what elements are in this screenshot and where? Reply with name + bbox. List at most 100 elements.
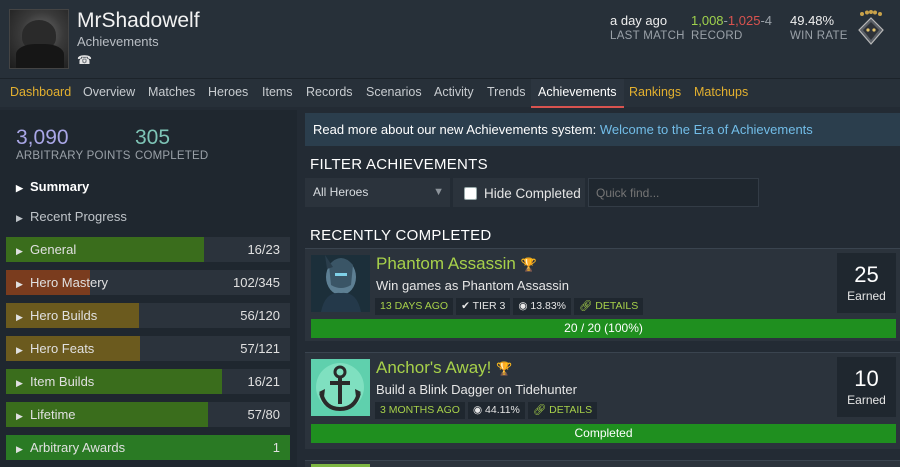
category-label: ▶ Hero Builds <box>16 303 97 330</box>
points-label: ARBITRARY POINTS <box>16 150 131 162</box>
nav-achievements[interactable]: Achievements <box>531 79 624 108</box>
details-link-text: DETAILS <box>595 300 639 312</box>
filter-title: FILTER ACHIEVEMENTS <box>310 156 488 173</box>
achievement-description: Build a Blink Dagger on Tidehunter <box>376 382 577 397</box>
date-tag: 3 MONTHS AGO <box>375 402 465 419</box>
link-icon: 🔗︎ <box>579 300 596 312</box>
category-lifetime[interactable]: ▶ Lifetime 57/80 <box>6 402 290 427</box>
category-label: ▶ General <box>16 237 76 264</box>
nav-matches[interactable]: Matches <box>141 79 202 108</box>
achievement-tags: 13 DAYS AGO ✔︎ TIER 3 ◉ 13.83% 🔗︎ DETAILS <box>375 296 646 315</box>
category-general[interactable]: ▶ General 16/23 <box>6 237 290 262</box>
tier-tag-text: TIER 3 <box>472 300 506 312</box>
category-label-text: General <box>30 242 77 257</box>
category-label-text: Hero Feats <box>30 341 95 356</box>
category-count: 57/121 <box>240 341 280 356</box>
category-label: ▶ Item Builds <box>16 369 94 396</box>
nav-dashboard[interactable]: Dashboard <box>3 79 78 108</box>
category-label-text: Hero Builds <box>30 308 98 323</box>
details-link-text: DETAILS <box>549 404 593 416</box>
category-label-text: Arbitrary Awards <box>30 440 126 455</box>
chevron-right-icon: ▶ <box>16 246 23 256</box>
earned-label: Earned <box>847 393 886 407</box>
achievement-progress: Completed <box>311 424 896 443</box>
last-match-value: a day ago <box>610 13 668 28</box>
tier-tag: ✔︎ TIER 3 <box>456 298 511 315</box>
details-link[interactable]: 🔗︎ DETAILS <box>527 402 598 419</box>
achievement-card[interactable]: Anchor's Away! 🏆 Build a Blink Dagger on… <box>305 352 900 449</box>
phantom-assassin-portrait <box>311 255 370 312</box>
category-hero-feats[interactable]: ▶ Hero Feats 57/121 <box>6 336 290 361</box>
phone-icon: ☎ <box>77 53 92 67</box>
hide-completed-checkbox[interactable] <box>464 187 477 200</box>
chevron-right-icon: ▶ <box>16 444 23 454</box>
record-value: 1,008-1,025-4 <box>691 13 772 28</box>
chevron-right-icon: ▶ <box>16 213 23 223</box>
info-banner: Read more about our new Achievements sys… <box>305 113 900 146</box>
category-label: ▶ Hero Feats <box>16 336 94 363</box>
details-link[interactable]: 🔗︎ DETAILS <box>574 298 644 315</box>
win-rate-stat: 49.48% WIN RATE <box>790 13 848 42</box>
hide-completed-toggle[interactable]: Hide Completed <box>453 178 585 207</box>
category-item-builds[interactable]: ▶ Item Builds 16/21 <box>6 369 290 394</box>
percent-tag-text: 13.83% <box>530 300 567 312</box>
nav-rankings[interactable]: Rankings <box>622 79 688 108</box>
earned-box: 10 Earned <box>837 357 896 417</box>
username[interactable]: MrShadowelf <box>77 9 200 33</box>
nav-scenarios[interactable]: Scenarios <box>359 79 429 108</box>
achievement-tags: 3 MONTHS AGO ◉ 44.11% 🔗︎ DETAILS <box>375 400 600 419</box>
last-match-label: LAST MATCH <box>610 30 685 42</box>
last-match-stat: a day ago LAST MATCH <box>610 13 685 42</box>
sidebar-item-label: Summary <box>30 179 90 194</box>
nav-overview[interactable]: Overview <box>76 79 142 108</box>
sidebar-item-recent-progress[interactable]: ▶ Recent Progress <box>16 209 127 224</box>
nav-records[interactable]: Records <box>299 79 360 108</box>
earned-label: Earned <box>847 289 886 303</box>
category-count: 102/345 <box>233 275 280 290</box>
completed-label: COMPLETED <box>135 150 209 162</box>
record-label: RECORD <box>691 30 743 42</box>
achievement-title[interactable]: Phantom Assassin 🏆 <box>376 254 537 274</box>
category-count: 16/23 <box>247 242 280 257</box>
sidebar-item-summary[interactable]: ▶ Summary <box>16 179 89 194</box>
hero-select[interactable]: All Heroes ▼ <box>305 178 450 207</box>
category-label: ▶ Hero Mastery <box>16 270 108 297</box>
quick-find-input[interactable] <box>588 178 759 207</box>
page-subtitle: Achievements <box>77 34 159 49</box>
record-abandons: 4 <box>764 13 773 28</box>
nav-items[interactable]: Items <box>255 79 300 108</box>
win-rate-label: WIN RATE <box>790 30 848 42</box>
nav-activity[interactable]: Activity <box>427 79 481 108</box>
category-count: 16/21 <box>247 374 280 389</box>
trophy-icon: 🏆 <box>496 361 513 376</box>
category-hero-mastery[interactable]: ▶ Hero Mastery 102/345 <box>6 270 290 295</box>
achievement-card[interactable]: Phantom Assassin 🏆 Win games as Phantom … <box>305 248 900 341</box>
achievements-sidebar: 3,090 ARBITRARY POINTS 305 COMPLETED ▶ Su… <box>0 110 297 467</box>
achievement-title-text: Phantom Assassin <box>376 254 516 273</box>
date-tag: 13 DAYS AGO <box>375 298 454 315</box>
achievement-title-text: Anchor's Away! <box>376 358 492 377</box>
era-of-achievements-link[interactable]: Welcome to the Era of Achievements <box>600 122 813 137</box>
achievement-card[interactable] <box>305 460 900 467</box>
earned-points: 10 <box>854 366 879 391</box>
category-label-text: Hero Mastery <box>30 275 109 290</box>
hero-select-value: All Heroes <box>313 185 369 199</box>
points-value: 3,090 <box>16 126 69 149</box>
globe-icon: ◉ <box>472 404 486 416</box>
rank-medal-icon[interactable] <box>855 10 887 46</box>
nav-heroes[interactable]: Heroes <box>201 79 255 108</box>
nav-matchups[interactable]: Matchups <box>687 79 755 108</box>
earned-box: 25 Earned <box>837 253 896 313</box>
profile-nav: Dashboard Overview Matches Heroes Items … <box>0 78 900 108</box>
category-arbitrary-awards[interactable]: ▶ Arbitrary Awards 1 <box>6 435 290 460</box>
category-hero-builds[interactable]: ▶ Hero Builds 56/120 <box>6 303 290 328</box>
achievement-progress: 20 / 20 (100%) <box>311 319 896 338</box>
record-losses: 1,025 <box>727 13 761 28</box>
completed-value: 305 <box>135 126 171 149</box>
chevron-right-icon: ▶ <box>16 345 23 355</box>
category-count: 56/120 <box>240 308 280 323</box>
record-stat: 1,008-1,025-4 RECORD <box>691 13 772 42</box>
avatar[interactable] <box>9 9 69 69</box>
nav-trends[interactable]: Trends <box>480 79 532 108</box>
achievement-title[interactable]: Anchor's Away! 🏆 <box>376 358 512 378</box>
